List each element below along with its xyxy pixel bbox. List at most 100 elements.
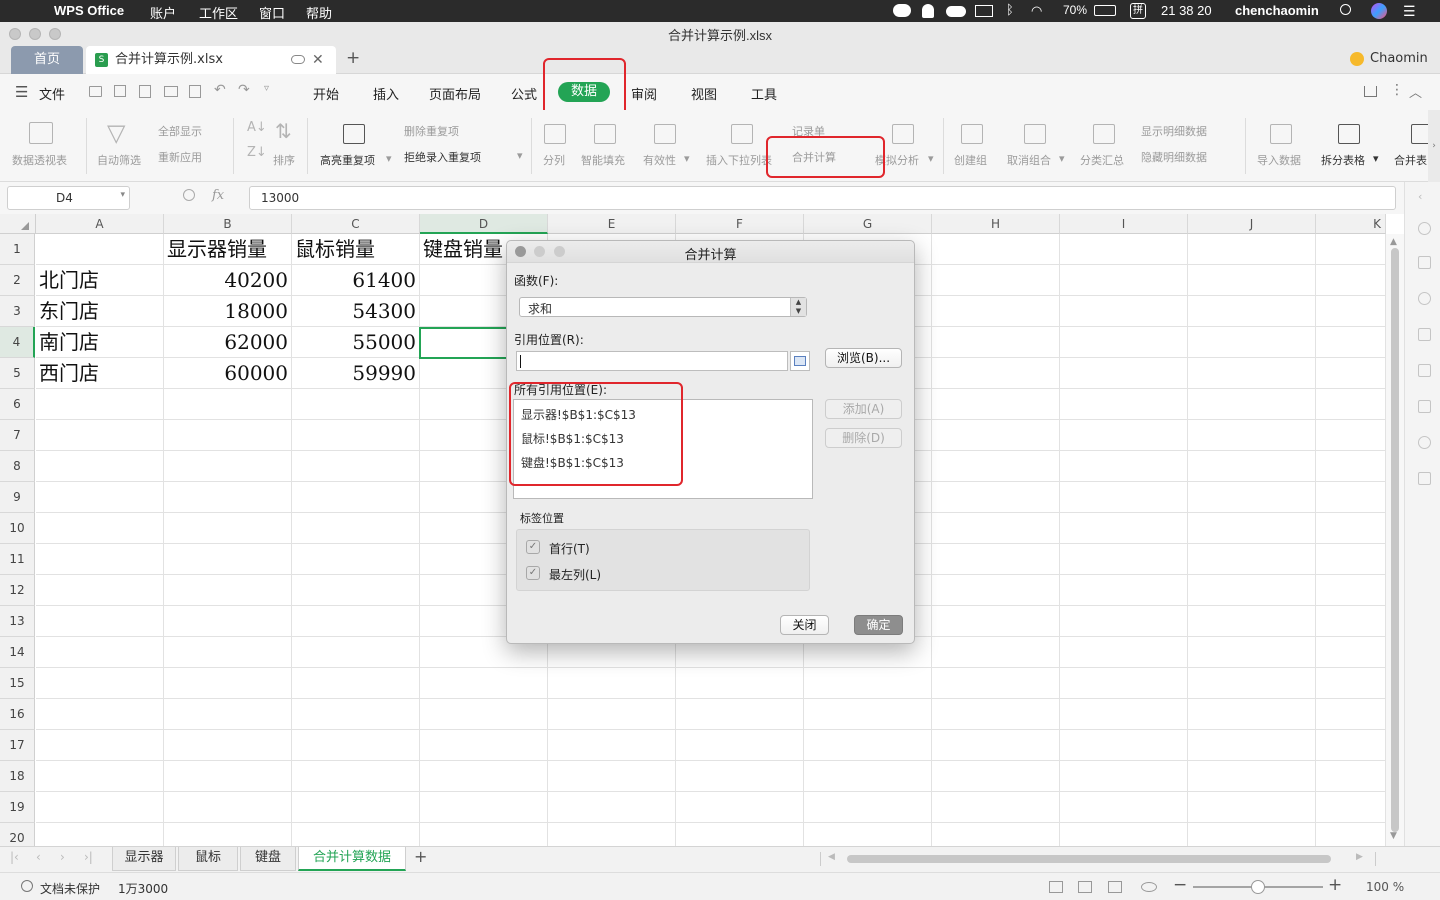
create-group-button[interactable]: 创建组 [954,152,987,168]
col-header-a[interactable]: A [36,214,164,234]
hamburger-icon[interactable]: ☰ [15,83,28,101]
cell[interactable] [932,234,1060,265]
cell[interactable] [164,575,292,606]
value-cell[interactable]: 59990 [292,358,420,389]
show-all-button[interactable]: 全部显示 [158,123,202,139]
cell[interactable] [932,482,1060,513]
cell[interactable] [1188,265,1316,296]
scroll-down-icon[interactable]: ▼ [1390,831,1397,841]
print-icon[interactable] [164,86,178,97]
validity-button[interactable]: 有效性 [643,152,676,168]
dropdown-caret[interactable]: ▾ [1059,152,1065,165]
value-cell[interactable]: 61400 [292,265,420,296]
zoom-level[interactable]: 100 % [1366,880,1404,894]
cell[interactable] [1316,668,1386,699]
cell[interactable] [932,327,1060,358]
reading-mode-icon[interactable] [1141,882,1157,892]
cell[interactable] [932,544,1060,575]
cell[interactable] [36,668,164,699]
shape-icon[interactable] [1418,222,1431,235]
zoom-out-icon[interactable]: − [1173,875,1187,895]
cell[interactable] [36,792,164,823]
col-header-e[interactable]: E [548,214,676,234]
cell[interactable] [1188,420,1316,451]
hscroll-thumb[interactable] [847,855,1331,863]
selection-sum[interactable]: 1万3000 [118,880,168,897]
tab-home[interactable]: 首页 [11,46,83,74]
history-icon[interactable] [1418,436,1431,449]
row-header[interactable]: 5 [0,358,35,389]
cell[interactable] [1316,792,1386,823]
cell[interactable] [1060,513,1188,544]
split-column-button[interactable]: 分列 [543,152,565,168]
tab-start[interactable]: 开始 [313,84,339,103]
auto-filter-button[interactable]: 自动筛选 [97,152,141,168]
select-stepper-icon[interactable]: ▲ ▼ [790,298,806,316]
cell[interactable] [1316,265,1386,296]
cell[interactable] [292,389,420,420]
fx-icon[interactable]: fx [212,188,224,203]
cell[interactable] [1060,296,1188,327]
cell[interactable] [1316,699,1386,730]
cell[interactable] [676,761,804,792]
cell[interactable] [1316,296,1386,327]
col-header-c[interactable]: C [292,214,420,234]
cell[interactable] [1188,637,1316,668]
cell[interactable] [1316,420,1386,451]
row-header[interactable]: 6 [0,389,35,420]
customize-icon[interactable]: ▿ [264,83,269,94]
cell[interactable] [1060,420,1188,451]
cell[interactable] [36,761,164,792]
cell[interactable] [292,544,420,575]
wifi-icon[interactable]: ◠ [1031,3,1042,19]
cell[interactable] [804,730,932,761]
tab-insert[interactable]: 插入 [373,84,399,103]
transfer-icon[interactable] [1418,400,1431,413]
cell[interactable] [804,699,932,730]
cell[interactable] [292,792,420,823]
print-preview-icon[interactable] [189,85,201,98]
cell[interactable] [932,668,1060,699]
select-all-corner[interactable] [0,214,36,234]
cell[interactable] [1316,637,1386,668]
cell[interactable] [548,668,676,699]
tab-view[interactable]: 视图 [691,84,717,103]
cell[interactable] [292,451,420,482]
page-layout-icon[interactable] [1078,881,1092,893]
cell[interactable] [292,513,420,544]
sheet-tab-monitor[interactable]: 显示器 [112,847,176,871]
cell[interactable] [164,451,292,482]
close-tab-icon[interactable]: ✕ [312,46,324,74]
cell[interactable] [36,513,164,544]
cell[interactable] [1188,451,1316,482]
normal-view-icon[interactable] [1049,881,1063,893]
cell[interactable] [1060,730,1188,761]
sheet-tab-mouse[interactable]: 鼠标 [178,847,238,871]
row-header[interactable]: 1 [0,234,35,265]
cell[interactable] [1188,234,1316,265]
row-header[interactable]: 9 [0,482,35,513]
cell[interactable] [676,730,804,761]
left-column-label[interactable]: 最左列(L) [549,566,601,583]
cell[interactable] [1188,327,1316,358]
cell[interactable] [420,730,548,761]
tab-document[interactable]: S 合并计算示例.xlsx ✕ [86,46,336,74]
header-cell[interactable] [36,234,164,265]
cell[interactable] [164,389,292,420]
cell[interactable] [932,699,1060,730]
cell[interactable] [548,699,676,730]
row-header[interactable]: 17 [0,730,35,761]
value-cell[interactable]: 62000 [164,327,292,358]
cell[interactable] [676,699,804,730]
spotlight-icon[interactable] [1340,4,1351,15]
cell[interactable] [932,358,1060,389]
cell[interactable] [1188,761,1316,792]
cell[interactable] [1060,389,1188,420]
cell[interactable] [292,420,420,451]
cell[interactable] [292,730,420,761]
cell[interactable] [1188,575,1316,606]
cell[interactable] [164,761,292,792]
cell[interactable] [292,637,420,668]
zoom-slider-thumb[interactable] [1251,880,1265,894]
header-cell[interactable]: 显示器销量 [164,234,292,265]
